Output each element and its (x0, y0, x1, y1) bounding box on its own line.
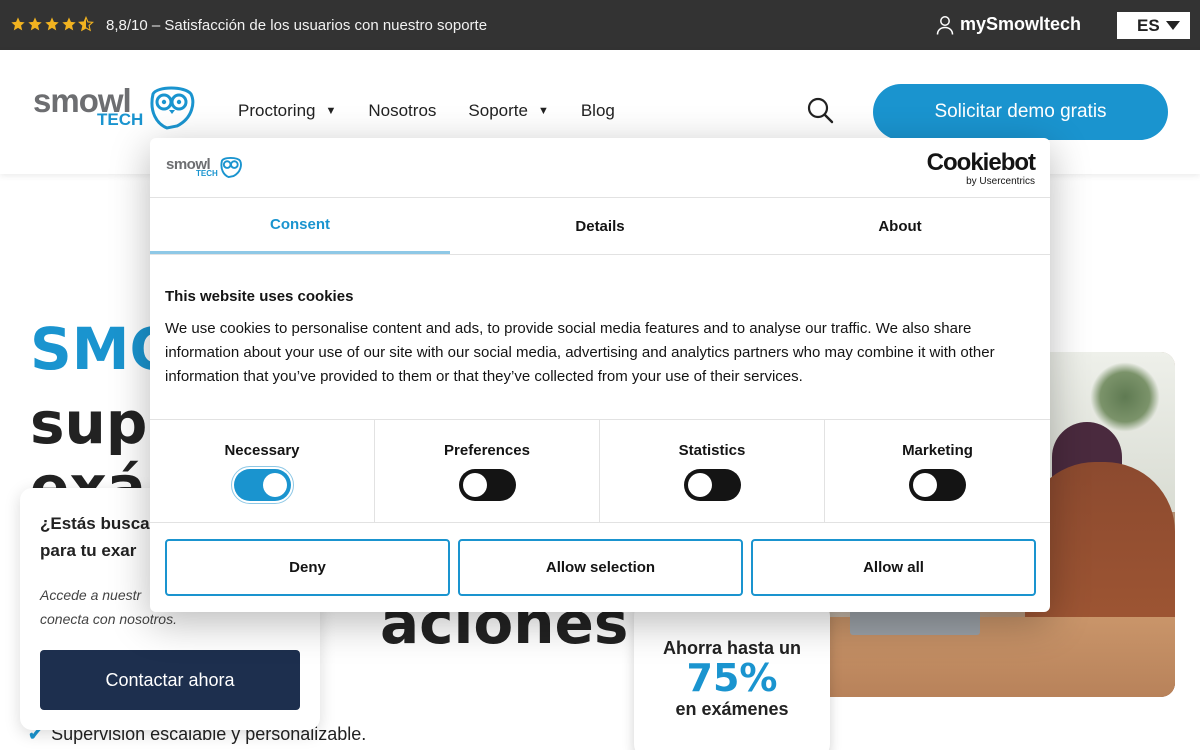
nav-label: Nosotros (368, 101, 437, 120)
savings-card: Ahorra hasta un 75% en exámenes (634, 600, 830, 750)
chevron-down-icon (1165, 21, 1180, 30)
toggle-knob (462, 473, 487, 497)
preferences-toggle[interactable] (458, 469, 516, 501)
rating-text: 8,8/10 – Satisfacción de los usuarios co… (106, 17, 488, 34)
nav-item-nosotros[interactable]: Nosotros (368, 101, 436, 121)
cookie-text: We use cookies to personalise content an… (165, 320, 995, 385)
logo-sub: TECH (97, 110, 144, 129)
deny-button[interactable]: Deny (165, 539, 450, 596)
cookie-consent-dialog: smowl TECH Cookiebot by Usercentrics Con… (150, 138, 1050, 612)
nav-item-soporte[interactable]: Soporte ▼ (468, 101, 548, 121)
toggle-label: Marketing (902, 442, 973, 459)
site-logo[interactable]: smowl TECH (33, 82, 203, 134)
cookie-body: This website uses cookies We use cookies… (165, 288, 1035, 389)
savings-value: 75% (686, 656, 778, 700)
photo-plant (1090, 362, 1160, 432)
star-half-icon (78, 16, 94, 32)
cookie-dialog-header: smowl TECH Cookiebot by Usercentrics (150, 138, 1050, 198)
statistics-toggle[interactable] (683, 469, 741, 501)
tab-consent[interactable]: Consent (150, 198, 450, 254)
toggle-label: Necessary (224, 442, 300, 459)
cookie-site-logo: smowl TECH (166, 156, 246, 180)
search-icon[interactable] (806, 96, 834, 124)
logo-sub: TECH (196, 169, 218, 178)
account-label: mySmowltech (960, 14, 1082, 34)
account-link[interactable]: mySmowltech (936, 14, 1081, 35)
nav-item-blog[interactable]: Blog (581, 101, 615, 121)
contact-now-button[interactable]: Contactar ahora (40, 650, 300, 710)
toggle-knob (687, 473, 712, 497)
cookiebot-brand[interactable]: Cookiebot by Usercentrics (926, 149, 1036, 188)
nav-item-proctoring[interactable]: Proctoring ▼ (238, 101, 336, 121)
owl-icon (150, 86, 195, 130)
language-selector[interactable]: ES (1117, 12, 1190, 39)
toggle-cell-preferences: Preferences (375, 420, 600, 523)
caret-down-icon: ▼ (325, 105, 337, 117)
toggle-knob (913, 473, 937, 497)
star-icon (28, 17, 42, 31)
toggle-label: Statistics (678, 442, 746, 459)
toggle-cell-marketing: Marketing (825, 420, 1050, 523)
nav-label: Proctoring (238, 101, 316, 120)
caret-down-icon: ▼ (537, 105, 549, 117)
allow-selection-button[interactable]: Allow selection (458, 539, 743, 596)
photo-desk (790, 617, 1175, 697)
hero-title-line: sup (30, 389, 148, 457)
tab-details[interactable]: Details (450, 198, 750, 254)
nav-label: Soporte (468, 101, 528, 120)
toggle-knob (262, 473, 287, 497)
nav-label: Blog (580, 101, 615, 120)
main-nav: Proctoring ▼ Nosotros Soporte ▼ Blog (238, 101, 647, 121)
owl-icon (220, 156, 242, 178)
cookiebot-sub: by Usercentrics (966, 176, 1035, 187)
toggle-cell-statistics: Statistics (600, 420, 825, 523)
necessary-toggle[interactable] (230, 466, 294, 504)
allow-all-button[interactable]: Allow all (751, 539, 1036, 596)
cookiebot-name: Cookiebot (926, 149, 1036, 176)
toggle-cell-necessary: Necessary (150, 420, 375, 523)
rating-stars (10, 16, 94, 32)
toggle-label: Preferences (444, 442, 530, 459)
cookie-category-toggles: Necessary Preferences Statistics Marketi… (150, 419, 1050, 523)
tab-about[interactable]: About (750, 198, 1050, 254)
marketing-toggle[interactable] (909, 469, 966, 501)
cookie-actions: Deny Allow selection Allow all (165, 539, 1036, 596)
star-icon (45, 17, 59, 31)
cookie-tabs: Consent Details About (150, 198, 1050, 255)
user-icon (936, 15, 954, 35)
top-bar: 8,8/10 – Satisfacción de los usuarios co… (0, 0, 1200, 50)
star-icon (11, 17, 25, 31)
savings-caption: en exámenes (675, 698, 789, 719)
cookie-heading: This website uses cookies (165, 288, 354, 305)
request-demo-button[interactable]: Solicitar demo gratis (873, 84, 1168, 140)
star-icon (62, 17, 76, 31)
language-value: ES (1137, 15, 1160, 35)
